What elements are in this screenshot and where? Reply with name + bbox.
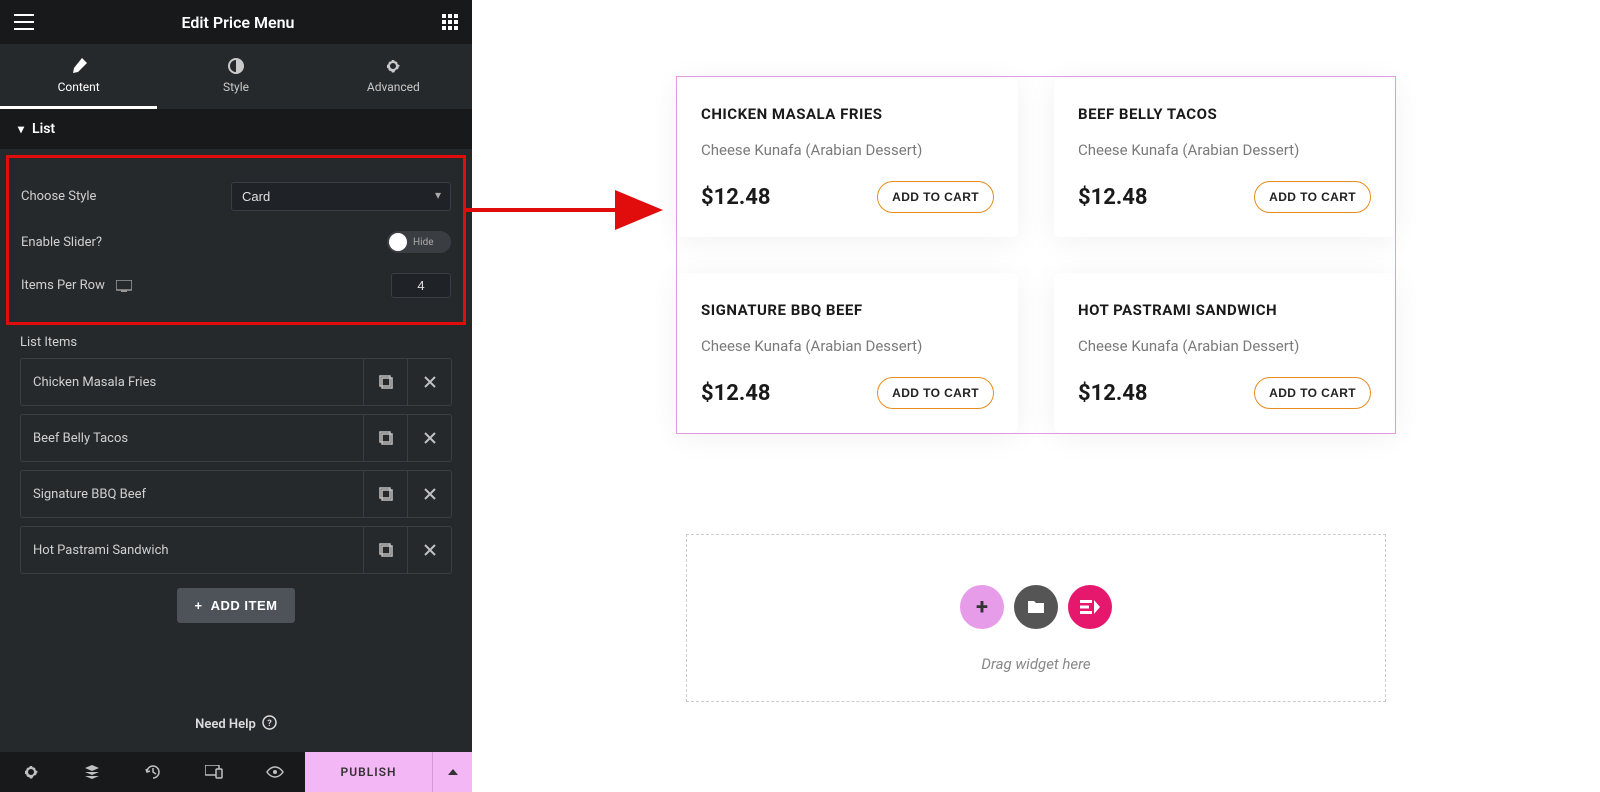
tab-label: Advanced bbox=[367, 80, 420, 94]
list-items: Chicken Masala Fries Beef Belly Tacos Si… bbox=[0, 358, 472, 623]
history-icon[interactable] bbox=[122, 752, 183, 792]
card-title: BEEF BELLY TACOS bbox=[1078, 105, 1371, 123]
svg-text:?: ? bbox=[267, 719, 272, 729]
tab-advanced[interactable]: Advanced bbox=[315, 44, 472, 109]
tab-label: Content bbox=[58, 80, 100, 94]
list-item: Signature BBQ Beef bbox=[20, 470, 452, 518]
list-item-label[interactable]: Beef Belly Tacos bbox=[21, 417, 363, 460]
need-help-link[interactable]: Need Help ? bbox=[0, 697, 472, 752]
card-title: HOT PASTRAMI SANDWICH bbox=[1078, 301, 1371, 319]
tab-content[interactable]: Content bbox=[0, 44, 157, 109]
card-title: SIGNATURE BBQ BEEF bbox=[701, 301, 994, 319]
card-price: $12.48 bbox=[701, 185, 771, 210]
list-item: Beef Belly Tacos bbox=[20, 414, 452, 462]
card-title: CHICKEN MASALA FRIES bbox=[701, 105, 994, 123]
items-per-row-row: Items Per Row bbox=[21, 263, 451, 308]
card-description: Cheese Kunafa (Arabian Dessert) bbox=[1078, 141, 1371, 159]
choose-style-label: Choose Style bbox=[21, 189, 231, 204]
settings-icon[interactable] bbox=[0, 752, 61, 792]
choose-style-row: Choose Style Card bbox=[21, 172, 451, 221]
enable-slider-label: Enable Slider? bbox=[21, 235, 387, 250]
card-description: Cheese Kunafa (Arabian Dessert) bbox=[1078, 337, 1371, 355]
navigator-icon[interactable] bbox=[61, 752, 122, 792]
list-item-label[interactable]: Chicken Masala Fries bbox=[21, 361, 363, 404]
duplicate-icon[interactable] bbox=[363, 471, 407, 517]
apps-icon[interactable] bbox=[442, 14, 458, 30]
toggle-state-label: Hide bbox=[413, 237, 434, 248]
drag-widget-dropzone[interactable]: + Drag widget here bbox=[686, 534, 1386, 702]
price-card: HOT PASTRAMI SANDWICH Cheese Kunafa (Ara… bbox=[1054, 273, 1395, 433]
responsive-mode-icon[interactable] bbox=[183, 752, 244, 792]
price-menu-grid: CHICKEN MASALA FRIES Cheese Kunafa (Arab… bbox=[677, 77, 1395, 433]
dropzone-label: Drag widget here bbox=[707, 655, 1365, 673]
card-price: $12.48 bbox=[1078, 381, 1148, 406]
items-per-row-label: Items Per Row bbox=[21, 278, 391, 293]
responsive-icon[interactable] bbox=[116, 280, 132, 292]
card-description: Cheese Kunafa (Arabian Dessert) bbox=[701, 337, 994, 355]
choose-style-select-wrap: Card bbox=[231, 182, 451, 211]
add-to-cart-button[interactable]: ADD TO CART bbox=[1254, 377, 1371, 409]
tab-label: Style bbox=[223, 80, 249, 94]
menu-icon[interactable] bbox=[14, 14, 34, 30]
duplicate-icon[interactable] bbox=[363, 359, 407, 405]
list-item: Chicken Masala Fries bbox=[20, 358, 452, 406]
card-price: $12.48 bbox=[1078, 185, 1148, 210]
close-icon[interactable] bbox=[407, 471, 451, 517]
editor-topbar: Edit Price Menu bbox=[0, 0, 472, 44]
card-price: $12.48 bbox=[701, 381, 771, 406]
close-icon[interactable] bbox=[407, 415, 451, 461]
elementskit-icon[interactable] bbox=[1068, 585, 1112, 629]
close-icon[interactable] bbox=[407, 359, 451, 405]
items-per-row-input[interactable] bbox=[391, 273, 451, 298]
duplicate-icon[interactable] bbox=[363, 415, 407, 461]
price-card: CHICKEN MASALA FRIES Cheese Kunafa (Arab… bbox=[677, 77, 1018, 237]
add-to-cart-button[interactable]: ADD TO CART bbox=[1254, 181, 1371, 213]
close-icon[interactable] bbox=[407, 527, 451, 573]
price-card: SIGNATURE BBQ BEEF Cheese Kunafa (Arabia… bbox=[677, 273, 1018, 433]
section-toggle-list[interactable]: ▾ List bbox=[0, 109, 472, 149]
toggle-knob bbox=[389, 233, 407, 251]
choose-style-select[interactable]: Card bbox=[231, 182, 451, 211]
enable-slider-toggle[interactable]: Hide bbox=[387, 231, 451, 253]
section-title: List bbox=[32, 121, 55, 137]
template-library-icon[interactable] bbox=[1014, 585, 1058, 629]
duplicate-icon[interactable] bbox=[363, 527, 407, 573]
price-card: BEEF BELLY TACOS Cheese Kunafa (Arabian … bbox=[1054, 77, 1395, 237]
tab-style[interactable]: Style bbox=[157, 44, 314, 109]
publish-button[interactable]: PUBLISH bbox=[305, 752, 432, 792]
enable-slider-row: Enable Slider? Hide bbox=[21, 221, 451, 263]
editor-sidebar: Edit Price Menu Content Style Advanced ▾… bbox=[0, 0, 472, 792]
add-to-cart-button[interactable]: ADD TO CART bbox=[877, 181, 994, 213]
editor-footer: PUBLISH bbox=[0, 752, 472, 792]
preview-icon[interactable] bbox=[244, 752, 305, 792]
widget-selection-outline[interactable]: CHICKEN MASALA FRIES Cheese Kunafa (Arab… bbox=[676, 76, 1396, 434]
card-description: Cheese Kunafa (Arabian Dessert) bbox=[701, 141, 994, 159]
help-icon: ? bbox=[262, 715, 277, 734]
list-item: Hot Pastrami Sandwich bbox=[20, 526, 452, 574]
add-to-cart-button[interactable]: ADD TO CART bbox=[877, 377, 994, 409]
panel-title: Edit Price Menu bbox=[182, 13, 295, 32]
publish-options-caret[interactable] bbox=[432, 752, 472, 792]
list-item-label[interactable]: Signature BBQ Beef bbox=[21, 473, 363, 516]
highlighted-controls: Choose Style Card Enable Slider? Hide It… bbox=[6, 155, 466, 325]
list-item-label[interactable]: Hot Pastrami Sandwich bbox=[21, 529, 363, 572]
add-section-icon[interactable]: + bbox=[960, 585, 1004, 629]
list-items-label: List Items bbox=[0, 325, 472, 358]
caret-down-icon: ▾ bbox=[18, 122, 24, 136]
editor-tabs: Content Style Advanced bbox=[0, 44, 472, 109]
add-item-button[interactable]: ADD ITEM bbox=[177, 588, 296, 623]
preview-canvas: CHICKEN MASALA FRIES Cheese Kunafa (Arab… bbox=[472, 0, 1600, 792]
